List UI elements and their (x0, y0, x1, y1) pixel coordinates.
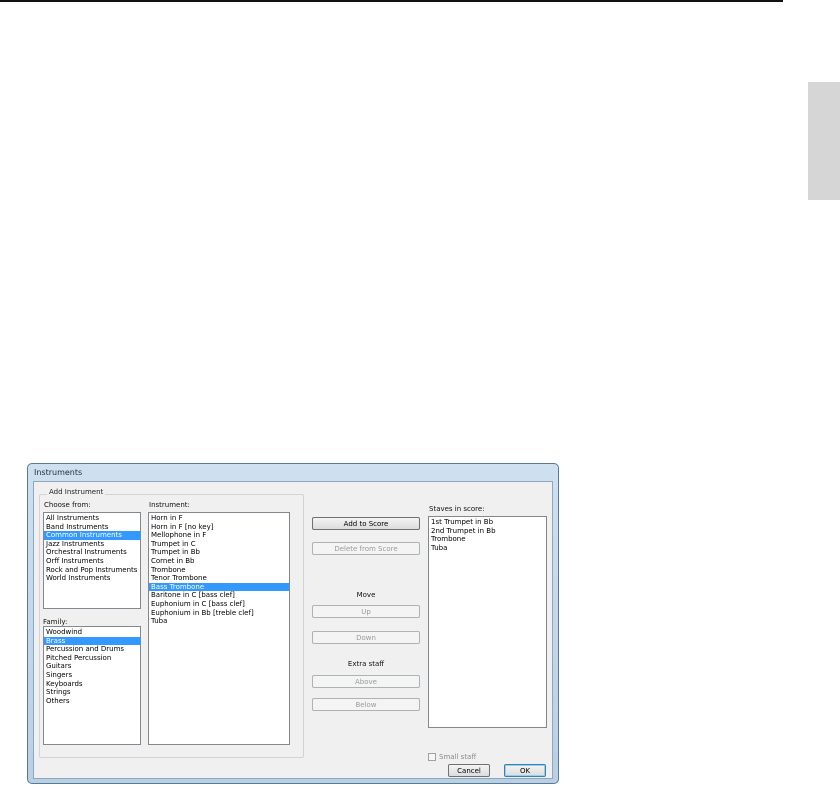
list-item[interactable]: Percussion and Drums (44, 645, 140, 654)
list-item[interactable]: Band Instruments (44, 523, 140, 532)
staves-in-score-list[interactable]: 1st Trumpet in Bb 2nd Trumpet in Bb Trombo… (428, 516, 547, 728)
delete-from-score-button[interactable]: Delete from Score (312, 542, 420, 555)
list-item[interactable]: Bass Trombone (149, 582, 289, 592)
list-item[interactable]: Trumpet in C (149, 540, 289, 549)
list-item[interactable]: Trumpet in Bb (149, 548, 289, 557)
staves-in-score-label: Staves in score: (429, 505, 485, 513)
list-item[interactable]: Woodwind (44, 628, 140, 637)
instruments-dialog: Instruments Add Instrument Choose from: … (27, 463, 559, 784)
choose-from-label: Choose from: (44, 501, 91, 509)
list-item[interactable]: Keyboards (44, 680, 140, 689)
list-item[interactable]: Euphonium in C [bass clef] (149, 600, 289, 609)
list-item[interactable]: World Instruments (44, 574, 140, 583)
choose-from-list[interactable]: All Instruments Band Instruments Common In… (43, 512, 141, 609)
family-label: Family: (43, 618, 68, 626)
list-item[interactable]: Singers (44, 671, 140, 680)
list-item[interactable]: Strings (44, 688, 140, 697)
list-item[interactable]: Rock and Pop Instruments (44, 566, 140, 575)
list-item[interactable]: All Instruments (44, 514, 140, 523)
ok-button[interactable]: OK (504, 764, 546, 777)
family-list[interactable]: Woodwind Brass Percussion and Drums Pitched… (43, 626, 141, 745)
add-instrument-group: Add Instrument Choose from: All Instrume… (39, 488, 304, 758)
list-item[interactable]: 2nd Trumpet in Bb (429, 527, 546, 536)
add-instrument-group-title: Add Instrument (47, 488, 106, 496)
dialog-client-area: Add Instrument Choose from: All Instrume… (33, 481, 553, 779)
move-down-button[interactable]: Down (312, 631, 420, 644)
list-item[interactable]: Tuba (429, 544, 546, 553)
list-item[interactable]: Baritone in C [bass clef] (149, 591, 289, 600)
list-item[interactable]: Brass (44, 636, 140, 646)
list-item[interactable]: Orff Instruments (44, 557, 140, 566)
list-item[interactable]: Tenor Trombone (149, 574, 289, 583)
instrument-list[interactable]: Horn in F Horn in F [no key] Mellophone in… (148, 512, 290, 745)
list-item[interactable]: Horn in F [no key] (149, 523, 289, 532)
list-item[interactable]: Common Instruments (44, 531, 140, 540)
list-item[interactable]: Pitched Percussion (44, 654, 140, 663)
list-item[interactable]: Euphonium in Bb [treble clef] (149, 609, 289, 618)
list-item[interactable]: Jazz Instruments (44, 540, 140, 549)
extra-staff-above-button[interactable]: Above (312, 675, 420, 688)
add-to-score-button[interactable]: Add to Score (312, 517, 420, 530)
list-item[interactable]: Orchestral Instruments (44, 548, 140, 557)
cancel-button[interactable]: Cancel (448, 764, 490, 777)
move-label: Move (356, 591, 376, 599)
top-rule (0, 0, 783, 2)
list-item[interactable]: Tuba (149, 617, 289, 626)
list-item[interactable]: Trombone (429, 535, 546, 544)
list-item[interactable]: 1st Trumpet in Bb (429, 518, 546, 527)
small-staff-checkbox[interactable] (428, 753, 436, 761)
dialog-title: Instruments (34, 468, 83, 477)
extra-staff-label: Extra staff (347, 660, 385, 668)
small-staff-label: Small staff (439, 753, 477, 761)
list-item[interactable]: Others (44, 697, 140, 706)
list-item[interactable]: Trombone (149, 566, 289, 575)
list-item[interactable]: Cornet in Bb (149, 557, 289, 566)
list-item[interactable]: Mellophone in F (149, 531, 289, 540)
small-staff-checkbox-row[interactable]: Small staff (428, 753, 476, 761)
move-up-button[interactable]: Up (312, 605, 420, 618)
extra-staff-below-button[interactable]: Below (312, 698, 420, 711)
list-item[interactable]: Guitars (44, 662, 140, 671)
list-item[interactable]: Horn in F (149, 514, 289, 523)
instrument-label: Instrument: (149, 501, 190, 509)
side-tab (808, 82, 840, 200)
